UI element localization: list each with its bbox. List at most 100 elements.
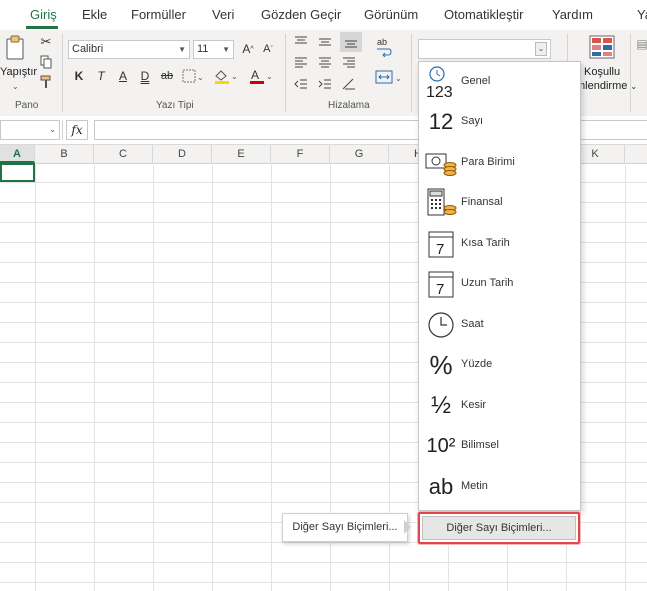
svg-text:⌄: ⌄ xyxy=(231,72,238,81)
font-color-icon[interactable]: A ⌄ xyxy=(247,67,275,85)
strikethrough-button[interactable]: ab xyxy=(157,67,177,85)
format-painter-icon[interactable] xyxy=(38,74,54,90)
cut-icon[interactable]: ✂ xyxy=(38,34,54,50)
chevron-down-icon[interactable]: ⌄ xyxy=(12,82,19,91)
conditional-formatting-label-text: mlendirme xyxy=(576,80,628,92)
format-item-short-date[interactable]: 7 Kısa Tarih xyxy=(419,224,580,264)
format-item-scientific[interactable]: 10² Bilimsel xyxy=(419,426,580,466)
paste-icon[interactable] xyxy=(2,34,30,62)
align-top-icon[interactable] xyxy=(292,34,310,50)
tab-formulas[interactable]: Formüller xyxy=(131,7,186,22)
more-number-formats-button[interactable]: Diğer Sayı Biçimleri... xyxy=(418,512,580,544)
format-item-text[interactable]: ab Metin xyxy=(419,467,580,507)
bold-button[interactable]: K xyxy=(70,67,88,85)
format-item-general[interactable]: 123 Genel xyxy=(419,62,580,102)
svg-text:⌄: ⌄ xyxy=(395,74,402,83)
tab-help[interactable]: Yardım xyxy=(552,7,593,22)
copy-icon[interactable] xyxy=(38,54,54,70)
fraction-glyph: ½ xyxy=(430,392,451,419)
decrease-indent-icon[interactable] xyxy=(292,76,310,92)
format-item-fraction[interactable]: ½ Kesir xyxy=(419,386,580,426)
column-header-g[interactable]: G xyxy=(330,145,389,163)
font-size-select[interactable]: 11 ▼ xyxy=(193,40,234,59)
increase-font-icon[interactable]: A ^ xyxy=(239,40,257,58)
chevron-down-icon: ⌄ xyxy=(535,42,547,56)
align-left-icon[interactable] xyxy=(292,55,310,71)
conditional-formatting-icon[interactable] xyxy=(587,34,617,60)
format-label: Yüzde xyxy=(461,358,493,370)
text-format-glyph: ab xyxy=(428,474,454,499)
svg-text:7: 7 xyxy=(436,241,444,258)
group-label-font: Yazı Tipi xyxy=(156,100,194,111)
double-underline-icon[interactable]: D xyxy=(136,67,154,85)
svg-text:7: 7 xyxy=(436,281,444,298)
format-label: Metin xyxy=(461,480,488,492)
format-item-percentage[interactable]: % Yüzde xyxy=(419,345,580,385)
selected-cell[interactable] xyxy=(0,163,35,182)
format-item-number[interactable]: 12 Sayı xyxy=(419,102,580,142)
divider xyxy=(411,34,412,112)
merge-center-icon[interactable]: ⌄ xyxy=(374,68,406,86)
tab-more[interactable]: Ya xyxy=(637,7,647,22)
text-format-icon: ab xyxy=(424,470,458,504)
tab-data[interactable]: Veri xyxy=(212,7,234,22)
column-header-f[interactable]: F xyxy=(271,145,330,163)
more-number-formats-label: Diğer Sayı Biçimleri... xyxy=(422,516,576,540)
format-item-long-date[interactable]: 7 Uzun Tarih xyxy=(419,264,580,304)
format-item-accounting[interactable]: Finansal xyxy=(419,183,580,223)
ribbon-tabs: Giriş Ekle Formüller Veri Gözden Geçir G… xyxy=(0,0,647,30)
align-middle-icon[interactable] xyxy=(316,34,334,50)
align-center-icon[interactable] xyxy=(316,55,334,71)
name-box[interactable]: ⌄ xyxy=(0,120,60,140)
column-header-b[interactable]: B xyxy=(35,145,94,163)
format-item-time[interactable]: Saat xyxy=(419,305,580,345)
svg-text:⌄: ⌄ xyxy=(266,72,273,81)
insert-function-button[interactable]: fx xyxy=(66,120,88,140)
tooltip: Diğer Sayı Biçimleri... xyxy=(282,513,408,542)
increase-indent-icon[interactable] xyxy=(316,76,334,92)
conditional-formatting-label[interactable]: Koşullu xyxy=(584,66,620,78)
font-name-select[interactable]: Calibri ▼ xyxy=(68,40,190,59)
number-format-select[interactable]: ⌄ xyxy=(418,39,551,59)
chevron-down-icon: ⌄ xyxy=(630,82,638,91)
tab-home[interactable]: Giriş xyxy=(30,7,57,22)
column-header-e[interactable]: E xyxy=(212,145,271,163)
currency-icon xyxy=(424,146,458,180)
active-tab-indicator xyxy=(26,26,58,29)
conditional-formatting-label-2[interactable]: mlendirme ⌄ xyxy=(576,80,637,92)
tooltip-arrow xyxy=(404,520,411,534)
decrease-font-icon[interactable]: Aˇ xyxy=(259,40,277,58)
divider xyxy=(62,120,63,140)
format-item-currency[interactable]: Para Birimi xyxy=(419,143,580,183)
format-label: Bilimsel xyxy=(461,439,499,451)
svg-text:⌄: ⌄ xyxy=(197,73,204,82)
tab-review[interactable]: Gözden Geçir xyxy=(261,7,341,22)
number-format-dropdown: 123 Genel 12 Sayı Para Birimi Finansal 7… xyxy=(418,61,581,511)
orientation-icon[interactable] xyxy=(340,76,358,92)
calendar-icon: 7 xyxy=(424,267,458,301)
underline-button[interactable]: A xyxy=(114,67,132,85)
svg-text:A: A xyxy=(251,68,259,82)
number-icon-glyph: 12 xyxy=(428,109,454,134)
fill-color-icon[interactable]: ⌄ xyxy=(212,67,240,85)
tab-view[interactable]: Görünüm xyxy=(364,7,418,22)
align-bottom-icon[interactable] xyxy=(340,32,362,52)
calendar-icon: 7 xyxy=(424,227,458,261)
tab-insert[interactable]: Ekle xyxy=(82,7,107,22)
format-label: Finansal xyxy=(461,196,503,208)
paste-label[interactable]: Yapıştır xyxy=(0,66,37,78)
wrap-text-icon[interactable]: ab xyxy=(374,36,394,58)
borders-icon[interactable]: ⌄ xyxy=(180,67,206,85)
more-ribbon-icon[interactable]: ▤ xyxy=(636,34,647,54)
format-label: Saat xyxy=(461,318,484,330)
svg-text:123: 123 xyxy=(426,84,453,99)
italic-button[interactable]: T xyxy=(92,67,110,85)
chevron-down-icon: ▼ xyxy=(178,45,186,54)
align-right-icon[interactable] xyxy=(340,55,358,71)
group-label-alignment: Hizalama xyxy=(328,100,370,111)
column-header-d[interactable]: D xyxy=(153,145,212,163)
tab-automate[interactable]: Otomatikleştir xyxy=(444,7,523,22)
column-header-c[interactable]: C xyxy=(94,145,153,163)
column-header-a[interactable]: A xyxy=(0,145,35,163)
divider xyxy=(62,34,63,112)
